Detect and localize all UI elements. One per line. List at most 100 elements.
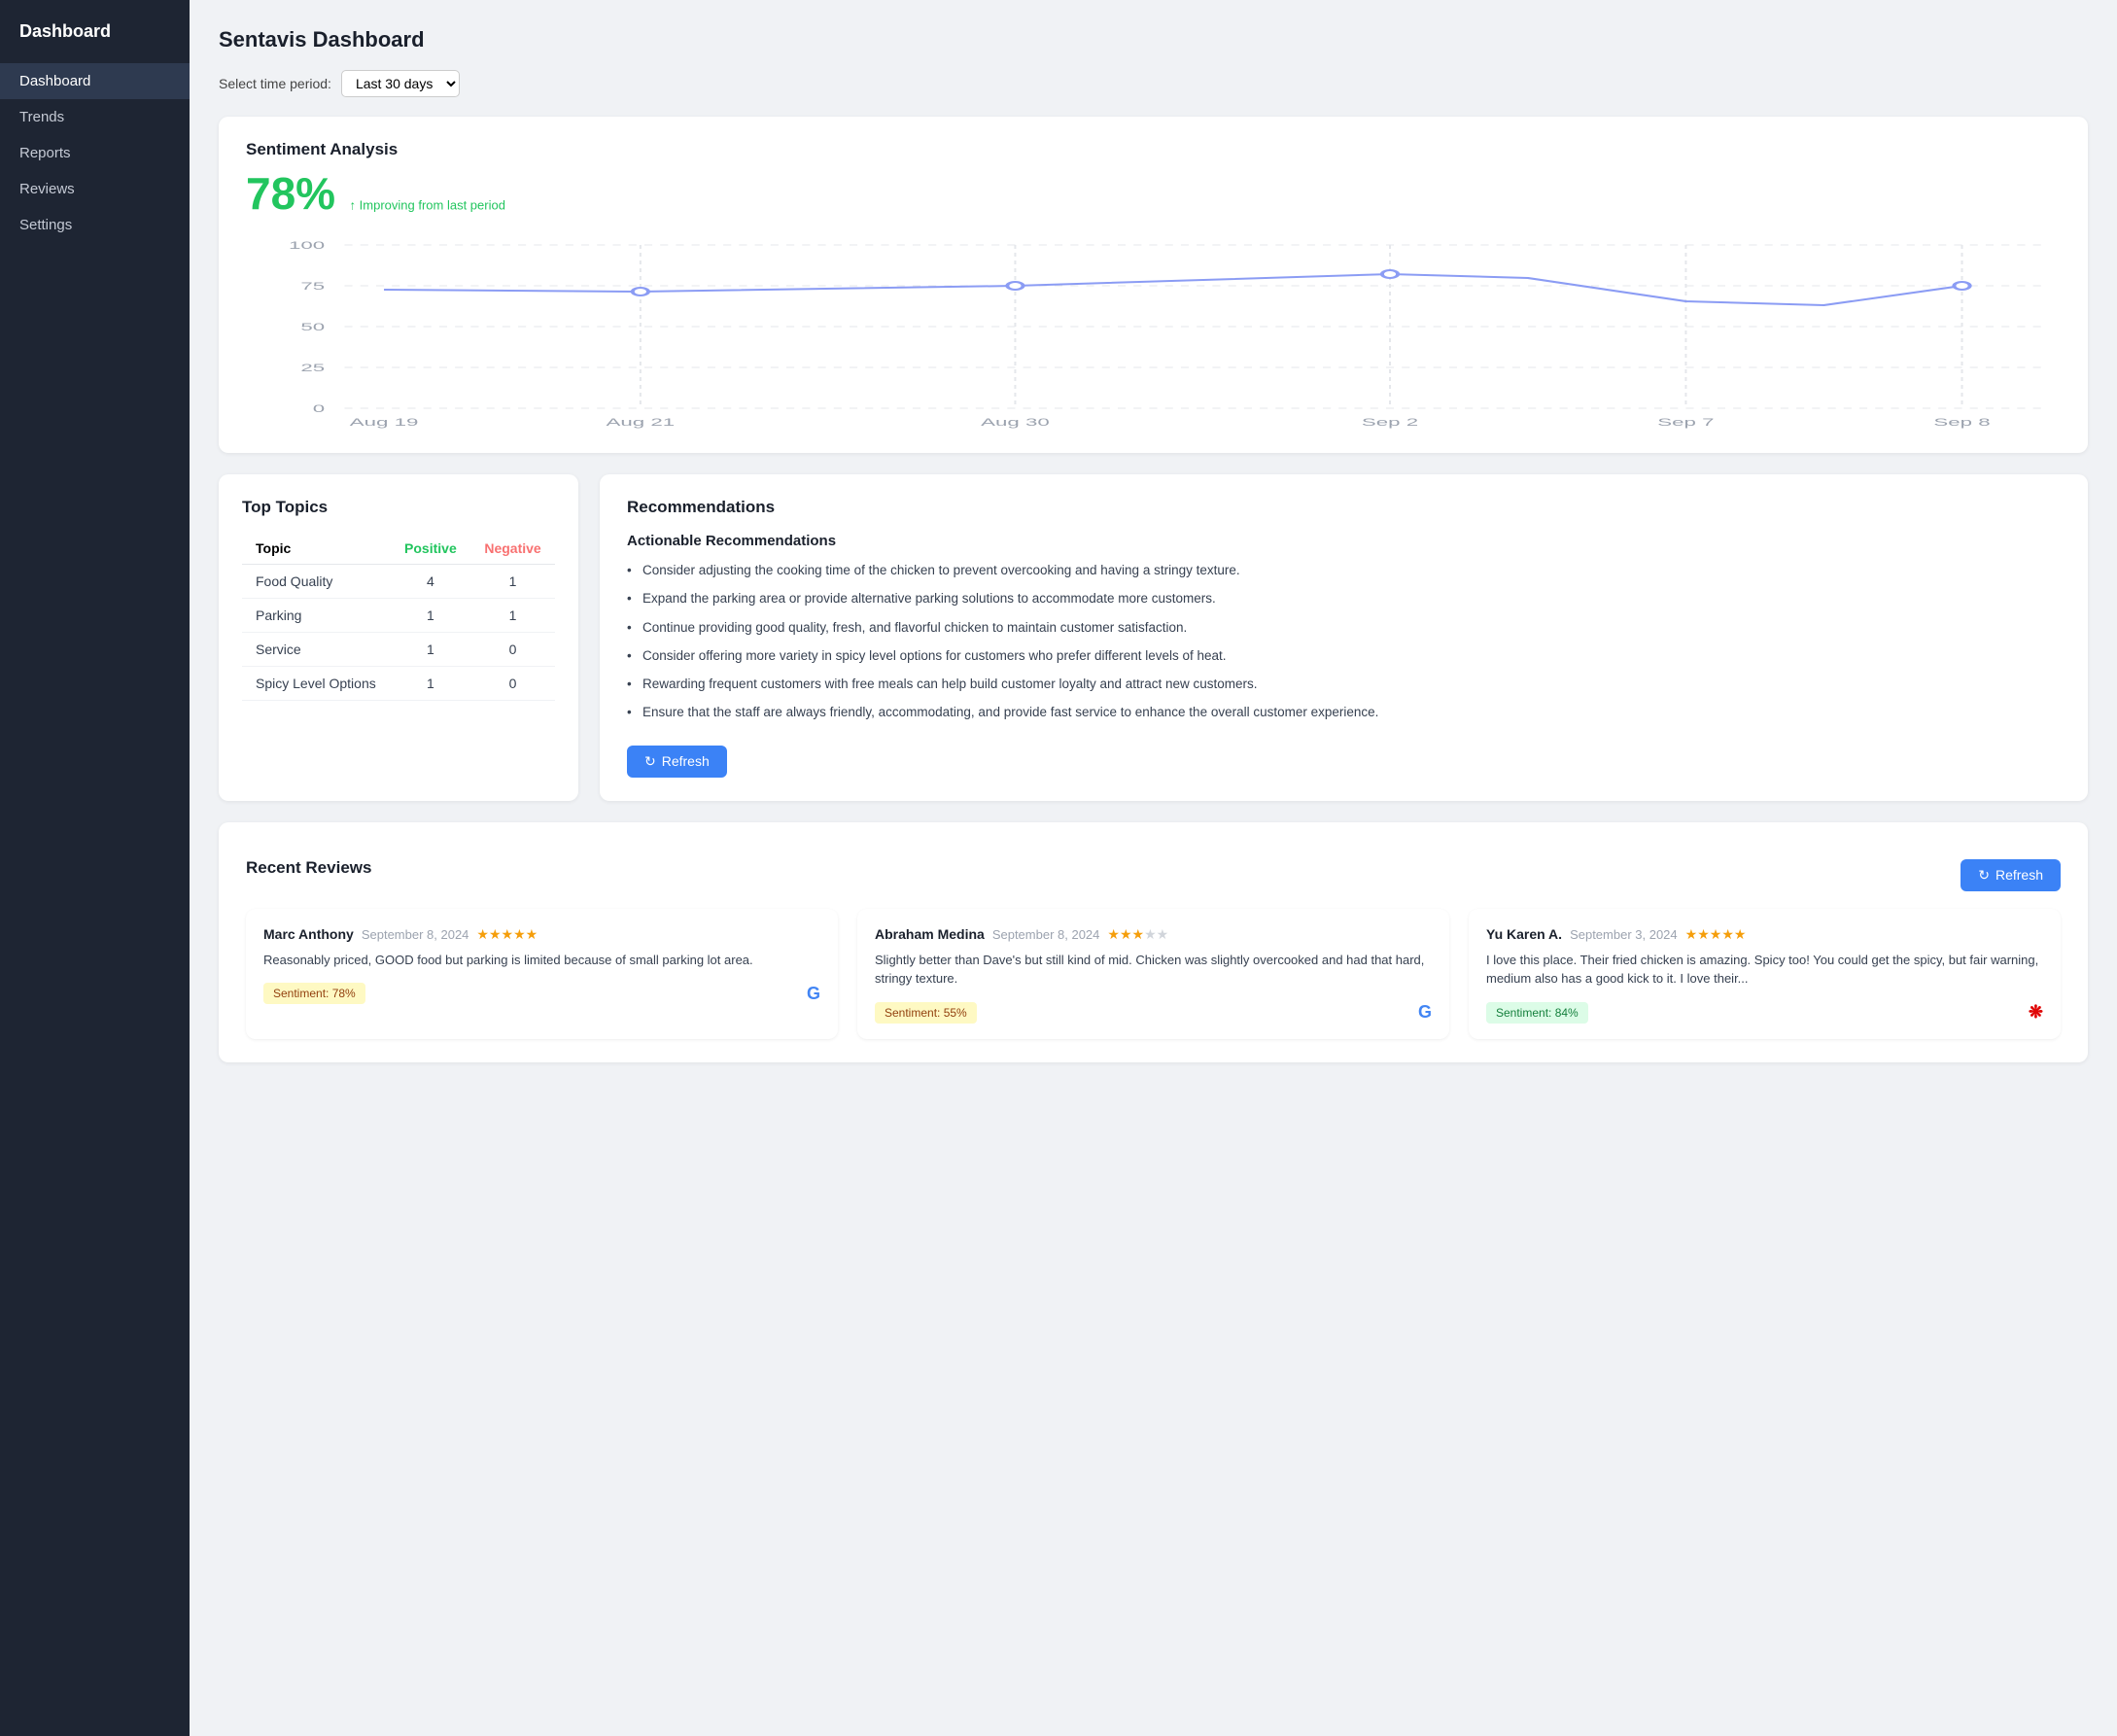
reviews-title: Recent Reviews: [246, 858, 371, 878]
sidebar-item-trends[interactable]: Trends: [0, 99, 190, 135]
recommendation-item: Continue providing good quality, fresh, …: [627, 618, 2061, 638]
star-filled: ★: [1721, 926, 1734, 942]
table-row: Spicy Level Options10: [242, 667, 555, 701]
review-date: September 8, 2024: [362, 927, 469, 942]
star-empty: ★: [1144, 926, 1157, 942]
topic-negative: 0: [470, 667, 555, 701]
refresh-icon: ↻: [644, 753, 656, 770]
recommendation-item: Expand the parking area or provide alter…: [627, 589, 2061, 608]
reviews-refresh-button[interactable]: ↻ Refresh: [1961, 859, 2061, 891]
topic-negative: 1: [470, 599, 555, 633]
topic-name: Food Quality: [242, 565, 391, 599]
topic-positive: 1: [391, 667, 470, 701]
topic-positive: 4: [391, 565, 470, 599]
svg-text:Sep 8: Sep 8: [1933, 416, 1991, 429]
main-content: Sentavis Dashboard Select time period: L…: [190, 0, 2117, 1736]
google-icon: G: [1418, 1002, 1432, 1023]
star-filled: ★: [1685, 926, 1698, 942]
star-filled: ★: [1710, 926, 1722, 942]
svg-text:50: 50: [300, 321, 325, 333]
sentiment-badge: Sentiment: 55%: [875, 1002, 977, 1024]
col-topic: Topic: [242, 533, 391, 565]
star-empty: ★: [1157, 926, 1169, 942]
recommendation-item: Rewarding frequent customers with free m…: [627, 675, 2061, 694]
time-period-select[interactable]: Last 30 days Last 7 days Last 90 days: [341, 70, 460, 97]
review-text: I love this place. Their fried chicken i…: [1486, 951, 2043, 989]
sidebar-item-settings[interactable]: Settings: [0, 207, 190, 243]
table-row: Parking11: [242, 599, 555, 633]
star-filled: ★: [513, 926, 526, 942]
recs-list: Consider adjusting the cooking time of t…: [627, 561, 2061, 723]
topic-name: Service: [242, 633, 391, 667]
review-author: Yu Karen A.: [1486, 926, 1562, 942]
sidebar-item-reviews[interactable]: Reviews: [0, 171, 190, 207]
review-card: Abraham Medina September 8, 2024 ★★★★★ S…: [857, 909, 1449, 1039]
topic-positive: 1: [391, 633, 470, 667]
sentiment-badge: Sentiment: 78%: [263, 983, 365, 1004]
table-row: Service10: [242, 633, 555, 667]
topics-table: Topic Positive Negative Food Quality41Pa…: [242, 533, 555, 701]
topic-positive: 1: [391, 599, 470, 633]
col-negative: Negative: [470, 533, 555, 565]
reviews-grid: Marc Anthony September 8, 2024 ★★★★★ Rea…: [246, 909, 2061, 1039]
svg-text:75: 75: [300, 280, 325, 293]
svg-text:Aug 21: Aug 21: [607, 416, 676, 429]
sentiment-chart: 100 75 50 25 0 Aug 19 Aug 21 Aug 30 Sep …: [246, 235, 2061, 430]
top-topics-card: Top Topics Topic Positive Negative Food …: [219, 474, 578, 801]
star-filled: ★: [1132, 926, 1145, 942]
time-period-label: Select time period:: [219, 76, 331, 91]
page-title: Sentavis Dashboard: [219, 27, 2088, 52]
svg-text:100: 100: [289, 239, 325, 252]
topics-title: Top Topics: [242, 498, 555, 517]
reviews-refresh-label: Refresh: [1996, 867, 2043, 883]
review-text: Reasonably priced, GOOD food but parking…: [263, 951, 820, 970]
review-footer: Sentiment: 78% G: [263, 983, 820, 1004]
sidebar-item-reports[interactable]: Reports: [0, 135, 190, 171]
topic-negative: 1: [470, 565, 555, 599]
sentiment-badge: Sentiment: 84%: [1486, 1002, 1588, 1024]
review-header-row: Marc Anthony September 8, 2024 ★★★★★: [263, 926, 820, 943]
star-filled: ★: [476, 926, 489, 942]
svg-text:Sep 7: Sep 7: [1657, 416, 1714, 429]
refresh-icon-2: ↻: [1978, 867, 1990, 884]
review-stars: ★★★★★: [476, 926, 538, 943]
review-text: Slightly better than Dave's but still ki…: [875, 951, 1432, 989]
sidebar: Dashboard Dashboard Trends Reports Revie…: [0, 0, 190, 1736]
review-date: September 8, 2024: [992, 927, 1100, 942]
star-filled: ★: [1107, 926, 1120, 942]
table-row: Food Quality41: [242, 565, 555, 599]
star-filled: ★: [1120, 926, 1132, 942]
review-footer: Sentiment: 84% ❋: [1486, 1002, 2043, 1024]
svg-text:Aug 30: Aug 30: [981, 416, 1050, 429]
topic-name: Spicy Level Options: [242, 667, 391, 701]
review-author: Marc Anthony: [263, 926, 354, 942]
svg-text:25: 25: [300, 362, 325, 374]
svg-text:Sep 2: Sep 2: [1362, 416, 1418, 429]
review-footer: Sentiment: 55% G: [875, 1002, 1432, 1024]
sentiment-analysis-card: Sentiment Analysis 78% ↑ Improving from …: [219, 117, 2088, 453]
star-filled: ★: [489, 926, 502, 942]
google-icon: G: [807, 984, 820, 1004]
reviews-header: Recent Reviews ↻ Refresh: [246, 846, 2061, 891]
recommendation-item: Ensure that the staff are always friendl…: [627, 703, 2061, 722]
star-filled: ★: [526, 926, 538, 942]
sidebar-title: Dashboard: [0, 0, 190, 63]
time-period-row: Select time period: Last 30 days Last 7 …: [219, 70, 2088, 97]
recommendations-refresh-button[interactable]: ↻ Refresh: [627, 746, 727, 778]
review-stars: ★★★★★: [1107, 926, 1168, 943]
bottom-row: Top Topics Topic Positive Negative Food …: [219, 474, 2088, 801]
recent-reviews-card: Recent Reviews ↻ Refresh Marc Anthony Se…: [219, 822, 2088, 1062]
recommendation-item: Consider offering more variety in spicy …: [627, 646, 2061, 666]
topic-negative: 0: [470, 633, 555, 667]
recommendations-card: Recommendations Actionable Recommendatio…: [600, 474, 2088, 801]
review-date: September 3, 2024: [1570, 927, 1678, 942]
svg-text:0: 0: [313, 402, 326, 415]
topic-name: Parking: [242, 599, 391, 633]
star-filled: ★: [502, 926, 514, 942]
recs-subtitle: Actionable Recommendations: [627, 533, 2061, 549]
svg-text:Aug 19: Aug 19: [350, 416, 419, 429]
yelp-icon: ❋: [2029, 1002, 2043, 1023]
star-filled: ★: [1697, 926, 1710, 942]
sidebar-item-dashboard[interactable]: Dashboard: [0, 63, 190, 99]
sentiment-percent: 78%: [246, 167, 335, 220]
